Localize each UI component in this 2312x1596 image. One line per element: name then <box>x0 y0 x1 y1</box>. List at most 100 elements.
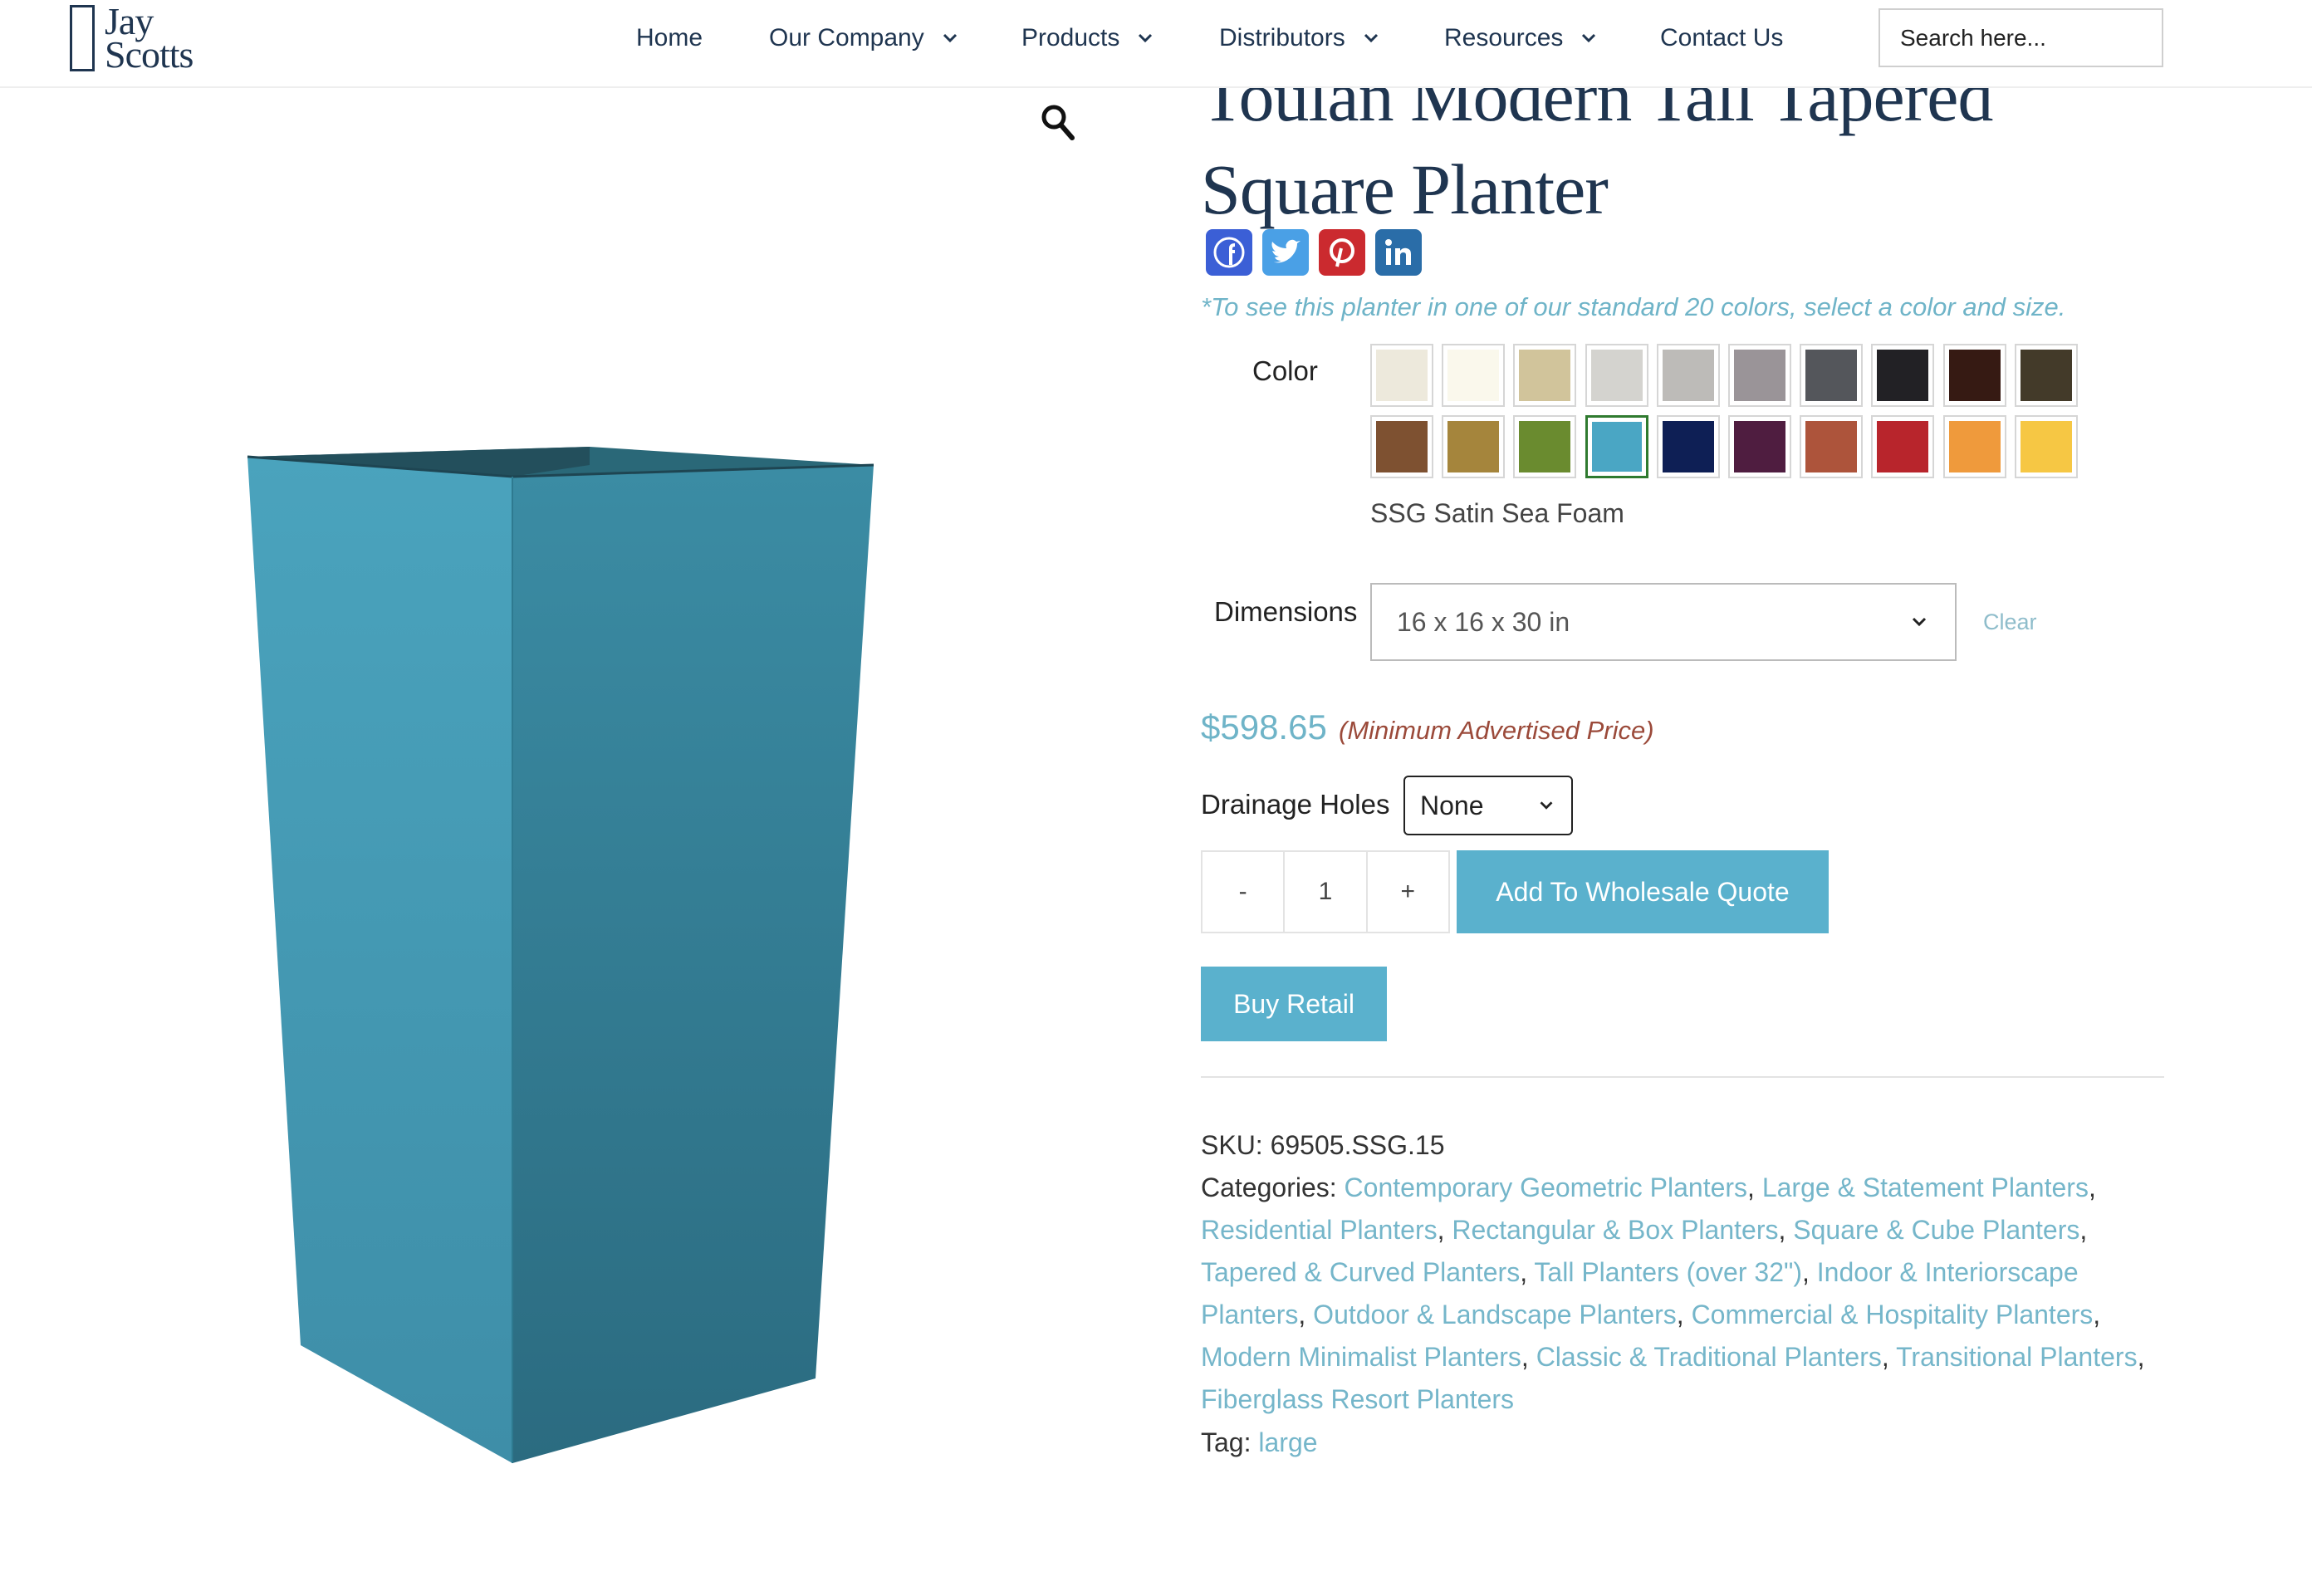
nav-resources-label: Resources <box>1444 24 1564 51</box>
nav-products[interactable]: Products <box>1021 22 1156 55</box>
nav-home[interactable]: Home <box>636 22 703 55</box>
color-swatch[interactable] <box>1585 344 1648 407</box>
color-swatch[interactable] <box>2014 344 2078 407</box>
color-swatch[interactable] <box>1513 344 1577 407</box>
facebook-share-button[interactable] <box>1206 229 1252 276</box>
site-logo[interactable]: Jay Scotts <box>70 2 211 76</box>
dimensions-value: 16 x 16 x 30 in <box>1397 606 1570 637</box>
color-swatch-fill <box>1662 350 1714 401</box>
category-link[interactable]: Outdoor & Landscape Planters <box>1313 1300 1677 1329</box>
color-swatch[interactable] <box>1871 344 1935 407</box>
drainage-select[interactable]: None <box>1403 776 1573 835</box>
drainage-label: Drainage Holes <box>1201 789 1390 820</box>
dimensions-label: Dimensions <box>1214 596 1358 627</box>
color-swatch-fill <box>1948 350 2001 401</box>
twitter-icon <box>1271 239 1300 263</box>
tag-line: Tag: large <box>1201 1422 2181 1464</box>
buy-retail-button[interactable]: Buy Retail <box>1201 967 1387 1041</box>
color-swatch-fill <box>1805 350 1858 401</box>
color-swatch[interactable] <box>1370 415 1433 478</box>
color-swatch[interactable] <box>1442 344 1506 407</box>
color-swatch-fill <box>1805 421 1858 472</box>
color-swatch-fill <box>1376 421 1428 472</box>
color-swatch[interactable] <box>1728 415 1791 478</box>
sku-value: 69505.SSG.15 <box>1270 1130 1445 1160</box>
color-swatch[interactable] <box>1656 415 1720 478</box>
quantity-increase-button[interactable]: + <box>1368 852 1448 932</box>
selected-color-name: SSG Satin Sea Foam <box>1370 498 1624 528</box>
color-swatch[interactable] <box>1942 344 2006 407</box>
sku-line: SKU: 69505.SSG.15 <box>1201 1124 2181 1167</box>
chevron-down-icon <box>1540 801 1553 810</box>
category-link[interactable]: Residential Planters <box>1201 1215 1438 1245</box>
color-swatch-fill <box>1590 350 1643 401</box>
color-label: Color <box>1252 355 1318 386</box>
nav-distributors[interactable]: Distributors <box>1219 22 1382 55</box>
color-swatch[interactable] <box>1800 344 1864 407</box>
color-swatch-fill <box>1948 421 2001 472</box>
color-swatch-fill <box>2020 350 2072 401</box>
category-link[interactable]: Commercial & Hospitality Planters <box>1692 1300 2094 1329</box>
color-note: *To see this planter in one of our stand… <box>1201 292 2066 321</box>
color-swatch[interactable] <box>1370 344 1433 407</box>
color-swatch[interactable] <box>1442 415 1506 478</box>
site-header: Jay Scotts Home Our Company Products Dis… <box>0 0 2312 88</box>
dimensions-select[interactable]: 16 x 16 x 30 in <box>1370 583 1957 661</box>
category-link[interactable]: Large & Statement Planters <box>1762 1173 2089 1202</box>
nav-contact-us-label: Contact Us <box>1660 24 1784 51</box>
chevron-down-icon <box>1364 33 1378 43</box>
color-swatch-fill <box>1519 421 1571 472</box>
search-input[interactable] <box>1880 10 2162 66</box>
category-link[interactable]: Rectangular & Box Planters <box>1452 1215 1778 1245</box>
category-link[interactable]: Tapered & Curved Planters <box>1201 1257 1520 1287</box>
pinterest-share-button[interactable] <box>1319 229 1365 276</box>
category-link[interactable]: Modern Minimalist Planters <box>1201 1342 1521 1372</box>
nav-our-company-label: Our Company <box>769 24 924 51</box>
quantity-decrease-button[interactable]: - <box>1203 852 1286 932</box>
product-title: Toulan Modern Tall Tapered Square Plante… <box>1201 88 1993 229</box>
color-swatch-fill <box>1734 350 1785 401</box>
nav-our-company[interactable]: Our Company <box>769 22 961 55</box>
search-box <box>1878 8 2163 67</box>
color-swatch-fill <box>1376 350 1428 401</box>
category-link[interactable]: Classic & Traditional Planters <box>1536 1342 1882 1372</box>
color-swatch[interactable] <box>1585 415 1648 478</box>
category-link[interactable]: Square & Cube Planters <box>1793 1215 2079 1245</box>
color-swatch-fill <box>1447 350 1500 401</box>
tag-link[interactable]: large <box>1258 1427 1317 1457</box>
categories-line: Categories: Contemporary Geometric Plant… <box>1201 1173 2145 1414</box>
color-swatch[interactable] <box>1728 344 1791 407</box>
category-link[interactable]: Contemporary Geometric Planters <box>1345 1173 1748 1202</box>
product-price: $598.65 <box>1201 707 1327 747</box>
logo-text-line2: Scotts <box>105 33 193 76</box>
nav-home-label: Home <box>636 24 703 51</box>
add-to-wholesale-quote-button[interactable]: Add To Wholesale Quote <box>1457 850 1829 933</box>
nav-contact-us[interactable]: Contact Us <box>1660 22 1783 55</box>
nav-resources[interactable]: Resources <box>1444 22 1599 55</box>
linkedin-icon <box>1385 239 1411 265</box>
color-swatch[interactable] <box>1656 344 1720 407</box>
title-clip: Toulan Modern Tall Tapered Square Plante… <box>0 88 2312 254</box>
linkedin-share-button[interactable] <box>1375 229 1422 276</box>
color-swatch[interactable] <box>1800 415 1864 478</box>
color-swatch-fill <box>1591 422 1642 472</box>
quantity-stepper: - 1 + <box>1201 850 1450 933</box>
categories-label: Categories: <box>1201 1173 1337 1202</box>
color-swatch[interactable] <box>1871 415 1935 478</box>
clear-selection-link[interactable]: Clear <box>1983 610 2037 635</box>
category-link[interactable]: Tall Planters (over 32") <box>1534 1257 1802 1287</box>
drainage-value: None <box>1420 790 1484 820</box>
color-swatch[interactable] <box>2014 415 2078 478</box>
quantity-input[interactable]: 1 <box>1285 852 1368 932</box>
color-swatch[interactable] <box>1942 415 2006 478</box>
nav-products-label: Products <box>1021 24 1120 51</box>
color-swatch[interactable] <box>1513 415 1577 478</box>
category-link[interactable]: Fiberglass Resort Planters <box>1201 1384 1514 1414</box>
product-image[interactable] <box>241 440 880 1470</box>
category-link[interactable]: Transitional Planters <box>1896 1342 2138 1372</box>
divider <box>1201 1076 2164 1078</box>
sku-label: SKU: <box>1201 1130 1263 1160</box>
color-swatch-fill <box>1734 421 1785 472</box>
twitter-share-button[interactable] <box>1262 229 1309 276</box>
tag-label: Tag: <box>1201 1427 1252 1457</box>
